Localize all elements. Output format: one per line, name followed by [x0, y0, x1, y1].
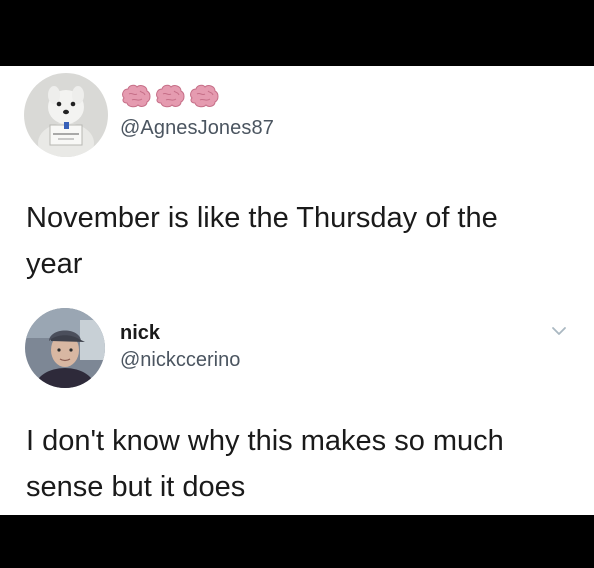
- tweet1-text: November is like the Thursday of the yea…: [26, 195, 586, 287]
- dog-with-sign-avatar-icon: [24, 73, 108, 157]
- display-name-emojis: [120, 82, 220, 110]
- brain-emoji-icon: [156, 84, 185, 108]
- tweet1-text-line: year: [26, 248, 83, 280]
- brain-emoji-icon: [122, 84, 151, 108]
- avatar[interactable]: [25, 308, 105, 388]
- tweet2-text-line: I don't know why this makes so much: [26, 425, 504, 457]
- screenshot-frame: @AgnesJones87 November is like the Thurs…: [0, 0, 594, 568]
- tweet2-handle[interactable]: @nickccerino: [120, 349, 240, 372]
- avatar[interactable]: [24, 73, 108, 157]
- tweet2-text-line: sense but it does: [26, 471, 246, 503]
- tweet1-text-line: November is like the Thursday of the: [26, 202, 498, 234]
- chevron-down-icon[interactable]: [550, 324, 568, 338]
- tweet1-handle[interactable]: @AgnesJones87: [120, 117, 274, 140]
- tweet2-display-name[interactable]: nick: [120, 322, 160, 345]
- tweet-card: @AgnesJones87 November is like the Thurs…: [0, 66, 594, 515]
- person-in-cap-avatar-icon: [25, 308, 105, 388]
- brain-emoji-icon: [190, 84, 219, 108]
- tweet2-text: I don't know why this makes so much sens…: [26, 418, 586, 510]
